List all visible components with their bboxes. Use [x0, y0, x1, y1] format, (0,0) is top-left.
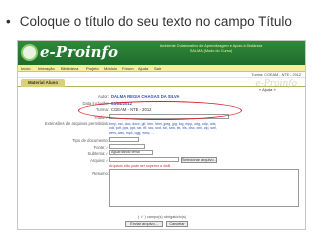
- cancelar-button[interactable]: Cancelar: [166, 221, 188, 227]
- autor-label: Autor:: [97, 94, 109, 99]
- menu-item-projeto[interactable]: Projeto: [86, 66, 99, 71]
- tab-material-aluno[interactable]: Material Aluno: [21, 79, 65, 87]
- extensoes-value: bmp, csv, doc, docx, gif, htm, html, jpe…: [109, 122, 217, 135]
- turma-indicator: Turma: CGEAM - NTE - 2012: [251, 73, 301, 77]
- extensoes-label: Extensões de arquivos permitidas:: [44, 121, 109, 126]
- menu-item-inicio[interactable]: Início: [21, 66, 31, 71]
- main-menu: Início Interação Biblioteca Projeto Módu…: [18, 65, 305, 72]
- header-info: Ambiente Colaborativo de Aprendizagem e …: [136, 44, 286, 54]
- menu-item-biblioteca[interactable]: Biblioteca: [61, 66, 78, 71]
- arquivo-label-text: Arquivo:: [90, 158, 106, 163]
- selecionar-arquivo-button[interactable]: Selecionar arquivo...: [181, 156, 217, 163]
- subtema-label-text: Subtema:: [87, 151, 106, 156]
- fonte-label: Fonte:✓: [94, 145, 109, 150]
- highlight-ellipse: [78, 101, 242, 120]
- enviar-arquivo-button[interactable]: Enviar arquivo...: [125, 221, 163, 227]
- site-logo[interactable]: e-Proinfo: [40, 43, 118, 61]
- screenshot-frame: e-Proinfo Ambiente Colaborativo de Apren…: [17, 40, 306, 230]
- tipo-select[interactable]: [109, 137, 139, 142]
- header-info-line: SALMA (Modo do Curso): [189, 49, 233, 53]
- slide-title: • Coloque o título do seu texto no campo…: [6, 14, 318, 34]
- menu-item-ajuda[interactable]: Ajuda: [138, 66, 148, 71]
- logo-icon: [21, 44, 38, 61]
- autor-value: DALMA REGIA CHAGAS DA SILVA: [111, 94, 180, 99]
- required-fields-note: ( ✓ ) campo(s) obrigatório(s): [138, 215, 187, 219]
- fonte-input[interactable]: [109, 144, 145, 149]
- menu-item-forum[interactable]: Fórum: [122, 66, 134, 71]
- file-size-note: Arquivos não pode ser superior a 4mB: [109, 164, 171, 168]
- resumo-textarea[interactable]: [109, 169, 299, 207]
- arquivo-input[interactable]: [109, 157, 179, 162]
- subtema-select[interactable]: Aguardando tema: [109, 150, 153, 155]
- subtema-label: Subtema:✓: [88, 151, 109, 156]
- menu-item-sair[interactable]: Sair: [154, 66, 161, 71]
- fonte-label-text: Fonte:: [93, 145, 106, 150]
- tipo-label: Tipo de documento:: [72, 138, 109, 143]
- arquivo-label: Arquivo:✓: [90, 158, 109, 163]
- slide-title-text: Coloque o título do seu texto no campo T…: [19, 14, 292, 29]
- menu-item-modulo[interactable]: Módulo: [104, 66, 117, 71]
- help-link[interactable]: » Ajuda «: [259, 87, 276, 92]
- menu-item-interacao[interactable]: Interação: [38, 66, 55, 71]
- bullet-icon: •: [6, 14, 11, 29]
- site-header: e-Proinfo Ambiente Colaborativo de Apren…: [18, 41, 305, 65]
- resumo-label: Resumo:: [92, 171, 109, 176]
